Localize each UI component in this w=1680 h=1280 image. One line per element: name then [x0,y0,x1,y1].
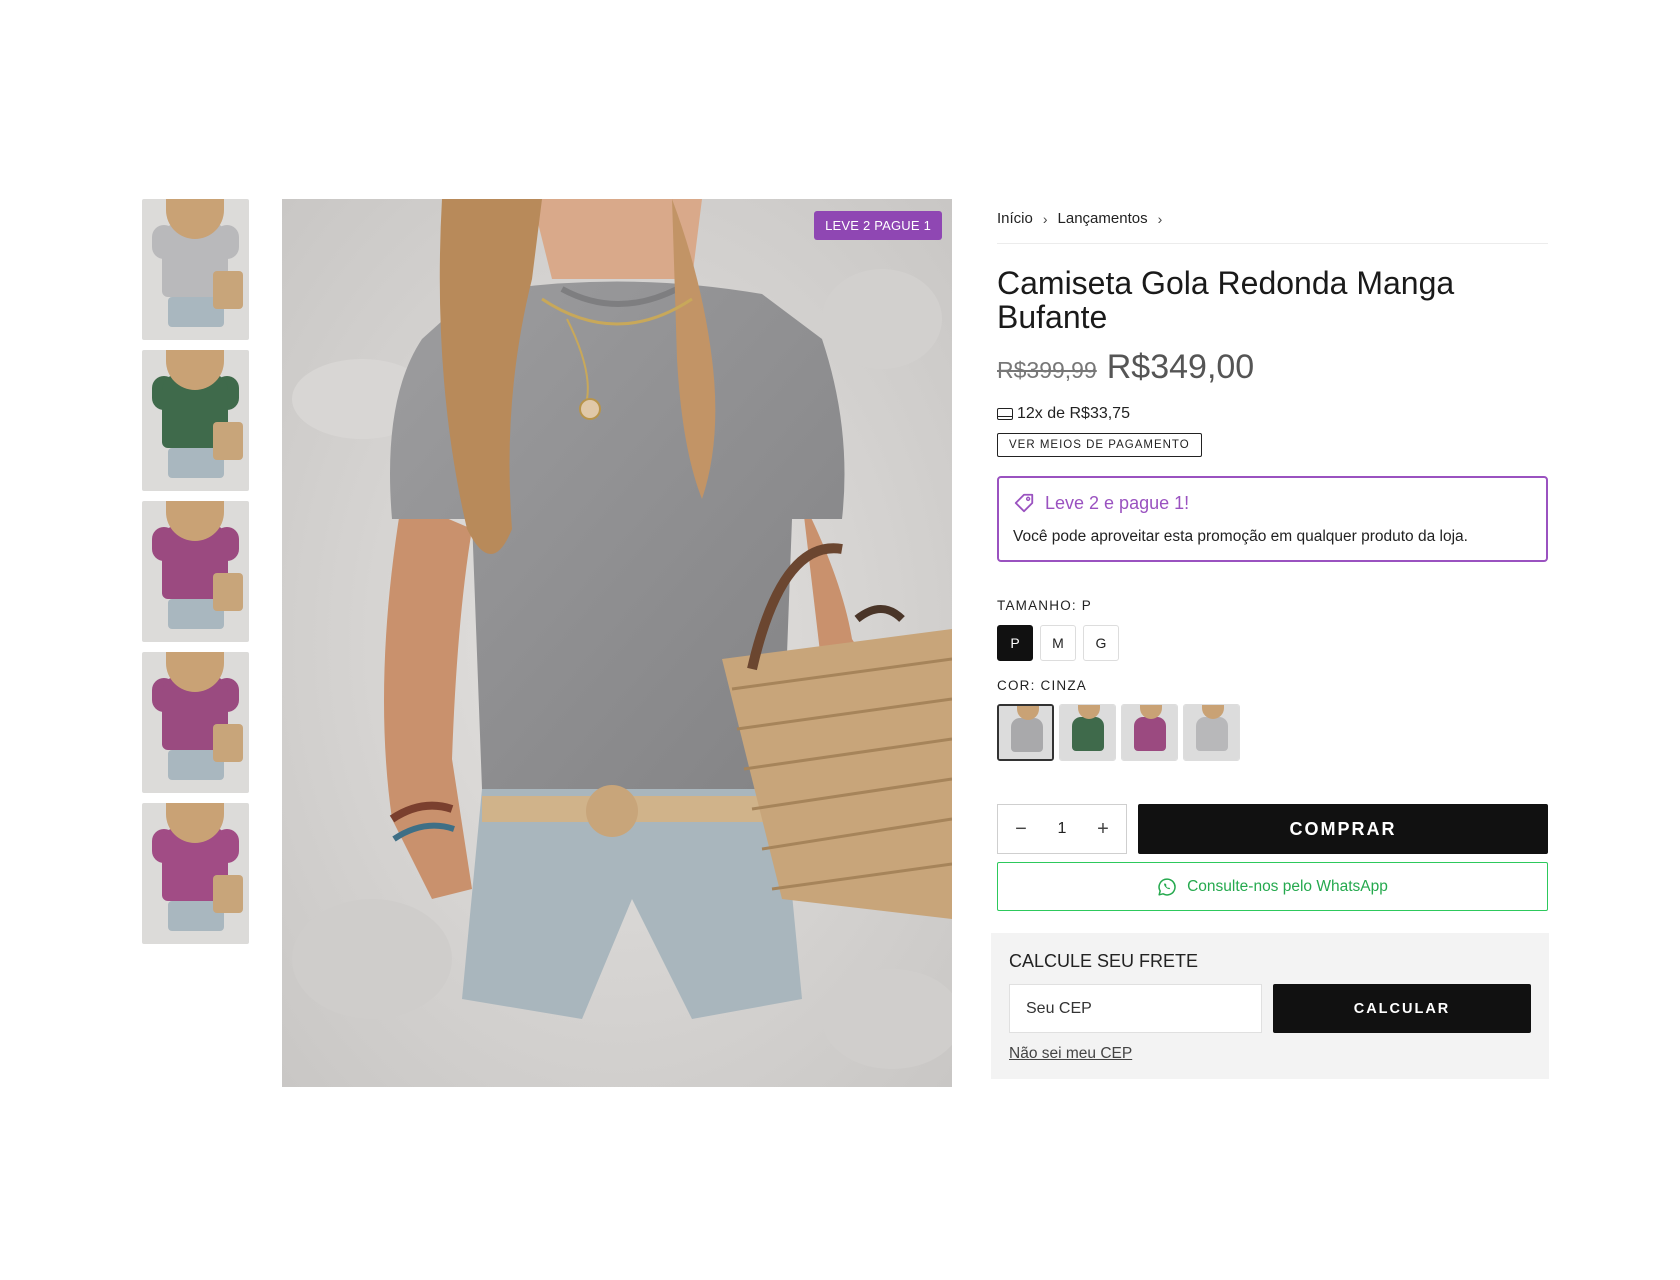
whatsapp-label: Consulte-nos pelo WhatsApp [1187,877,1388,895]
thumbnail-gallery [142,199,249,954]
color-swatch-cinza[interactable] [997,704,1054,761]
calculate-button[interactable]: CALCULAR [1273,984,1531,1033]
breadcrumb: Início › Lançamentos › [997,210,1548,244]
size-selector: P M G [997,625,1548,661]
credit-card-icon [997,408,1013,420]
cep-input[interactable] [1009,984,1262,1033]
promo-title: Leve 2 e pague 1! [1045,492,1190,513]
tag-icon [1014,493,1034,513]
plus-button[interactable]: + [1094,818,1112,841]
size-option-p[interactable]: P [997,625,1033,661]
product-info: Início › Lançamentos › Camiseta Gola Red… [991,210,1549,1079]
size-label: TAMANHO: P [997,598,1093,613]
current-price: R$349,00 [1106,348,1255,386]
old-price: R$399,99 [997,357,1097,383]
promo-box: Leve 2 e pague 1! Você pode aproveitar e… [997,476,1548,562]
product-photo [282,199,952,1087]
thumbnail-image[interactable] [142,501,249,642]
color-selector [997,704,1548,761]
minus-button[interactable]: − [1012,818,1030,841]
no-cep-link[interactable]: Não sei meu CEP [1009,1045,1132,1063]
main-product-image[interactable]: LEVE 2 PAGUE 1 [282,199,952,1087]
buy-row: − + COMPRAR [997,804,1548,854]
product-title: Camiseta Gola Redonda Manga Bufante [997,265,1455,335]
color-swatch-cinza-claro[interactable] [1183,704,1240,761]
color-label: COR: CINZA [997,678,1088,693]
size-option-g[interactable]: G [1083,625,1119,661]
shipping-calculator: CALCULE SEU FRETE CALCULAR Não sei meu C… [991,933,1549,1079]
thumbnail-image[interactable] [142,350,249,491]
whatsapp-button[interactable]: Consulte-nos pelo WhatsApp [997,862,1548,911]
thumbnail-image[interactable] [142,199,249,340]
chevron-right-icon: › [1042,210,1048,227]
promo-badge: LEVE 2 PAGUE 1 [814,211,942,240]
installments-text: 12x de R$33,75 [1017,405,1130,422]
color-swatch-verde[interactable] [1059,704,1116,761]
buy-button[interactable]: COMPRAR [1138,804,1548,854]
promo-text: Você pode aproveitar esta promoção em qu… [1013,528,1468,545]
thumbnail-image[interactable] [142,803,249,944]
breadcrumb-lancamentos[interactable]: Lançamentos [1058,210,1148,227]
shipping-title: CALCULE SEU FRETE [1009,951,1199,971]
quantity-input[interactable] [1047,820,1077,838]
price-block: R$399,99 R$349,00 [997,348,1548,387]
payment-methods-button[interactable]: VER MEIOS DE PAGAMENTO [997,433,1202,457]
thumbnail-image[interactable] [142,652,249,793]
shipping-row: CALCULAR [1009,984,1531,1033]
color-swatch-roxo[interactable] [1121,704,1178,761]
promo-title-row: Leve 2 e pague 1! [1013,492,1532,514]
whatsapp-icon [1158,877,1176,896]
breadcrumb-home[interactable]: Início [997,210,1033,227]
chevron-right-icon: › [1157,210,1163,227]
quantity-stepper: − + [997,804,1127,854]
installments: 12x de R$33,75 [997,405,1548,423]
size-option-m[interactable]: M [1040,625,1076,661]
